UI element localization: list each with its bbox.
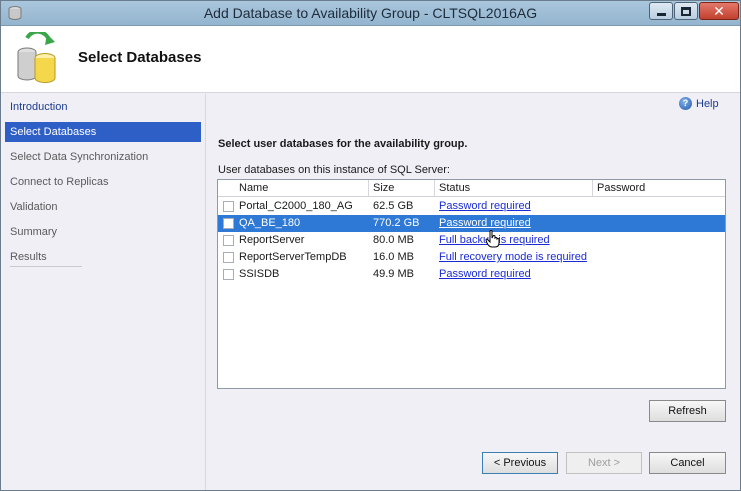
maximize-button[interactable] bbox=[674, 2, 698, 20]
table-row[interactable]: SSISDB 49.9 MB Password required bbox=[218, 266, 725, 283]
page-title: Select Databases bbox=[78, 49, 202, 66]
databases-grid[interactable]: Name Size Status Password Portal_C2000_1… bbox=[217, 179, 726, 389]
column-separator[interactable] bbox=[434, 180, 435, 197]
nav-item-results: Results bbox=[10, 251, 47, 263]
table-row[interactable]: QA_BE_180 770.2 GB Password required bbox=[218, 215, 725, 232]
database-sync-icon bbox=[17, 32, 56, 83]
grid-caption: User databases on this instance of SQL S… bbox=[218, 164, 450, 176]
column-separator[interactable] bbox=[592, 180, 593, 197]
database-name: ReportServerTempDB bbox=[239, 251, 347, 263]
status-link[interactable]: Password required bbox=[439, 200, 531, 212]
status-link[interactable]: Full recovery mode is required bbox=[439, 251, 587, 263]
database-name: QA_BE_180 bbox=[239, 217, 301, 229]
hand-cursor-icon bbox=[485, 230, 500, 248]
previous-button[interactable]: < Previous bbox=[482, 452, 558, 474]
title-bar[interactable]: Add Database to Availability Group - CLT… bbox=[1, 1, 740, 26]
nav-item-select-databases[interactable]: Select Databases bbox=[5, 122, 201, 142]
row-checkbox[interactable] bbox=[223, 252, 234, 263]
row-checkbox[interactable] bbox=[223, 201, 234, 212]
status-link[interactable]: Password required bbox=[439, 268, 531, 280]
column-header-name[interactable]: Name bbox=[239, 182, 268, 194]
close-button[interactable]: ✕ bbox=[699, 2, 739, 20]
database-size: 80.0 MB bbox=[373, 234, 414, 246]
table-row[interactable]: Portal_C2000_180_AG 62.5 GB Password req… bbox=[218, 198, 725, 215]
status-link[interactable]: Password required bbox=[439, 217, 531, 229]
nav-item-connect-to-replicas: Connect to Replicas bbox=[10, 176, 109, 188]
window-title: Add Database to Availability Group - CLT… bbox=[203, 5, 538, 21]
database-name: ReportServer bbox=[239, 234, 305, 246]
column-header-size[interactable]: Size bbox=[373, 182, 394, 194]
next-button[interactable]: Next > bbox=[566, 452, 642, 474]
nav-item-select-data-synchronization: Select Data Synchronization bbox=[10, 151, 149, 163]
database-name: SSISDB bbox=[239, 268, 280, 280]
help-link[interactable]: ? Help bbox=[679, 97, 719, 110]
nav-divider bbox=[10, 266, 82, 267]
table-row[interactable]: ReportServerTempDB 16.0 MB Full recovery… bbox=[218, 249, 725, 266]
row-checkbox[interactable] bbox=[223, 269, 234, 280]
nav-item-validation: Validation bbox=[10, 201, 58, 213]
help-icon: ? bbox=[679, 97, 692, 110]
minimize-icon bbox=[656, 12, 666, 16]
nav-item-introduction[interactable]: Introduction bbox=[5, 97, 201, 117]
database-size: 770.2 GB bbox=[373, 217, 420, 229]
minimize-button[interactable] bbox=[649, 2, 673, 20]
table-row[interactable]: ReportServer 80.0 MB Full backup is requ… bbox=[218, 232, 725, 249]
wizard-nav: Introduction Select Databases Select Dat… bbox=[1, 94, 206, 490]
close-icon: ✕ bbox=[713, 3, 725, 19]
cancel-button[interactable]: Cancel bbox=[649, 452, 726, 474]
row-checkbox[interactable] bbox=[223, 235, 234, 246]
column-header-password[interactable]: Password bbox=[597, 182, 645, 194]
help-label: Help bbox=[696, 97, 719, 110]
page-header: Select Databases bbox=[1, 26, 740, 93]
database-size: 62.5 GB bbox=[373, 200, 414, 212]
database-size: 16.0 MB bbox=[373, 251, 414, 263]
row-checkbox[interactable] bbox=[223, 218, 234, 229]
column-header-status[interactable]: Status bbox=[439, 182, 470, 194]
maximize-icon bbox=[681, 6, 691, 16]
database-name: Portal_C2000_180_AG bbox=[239, 200, 353, 212]
nav-item-summary: Summary bbox=[10, 226, 58, 238]
grid-header: Name Size Status Password bbox=[218, 180, 725, 197]
wizard-window: Add Database to Availability Group - CLT… bbox=[0, 0, 741, 491]
instruction-text: Select user databases for the availabili… bbox=[218, 138, 468, 150]
refresh-button[interactable]: Refresh bbox=[649, 400, 726, 422]
database-size: 49.9 MB bbox=[373, 268, 414, 280]
column-separator[interactable] bbox=[368, 180, 369, 197]
